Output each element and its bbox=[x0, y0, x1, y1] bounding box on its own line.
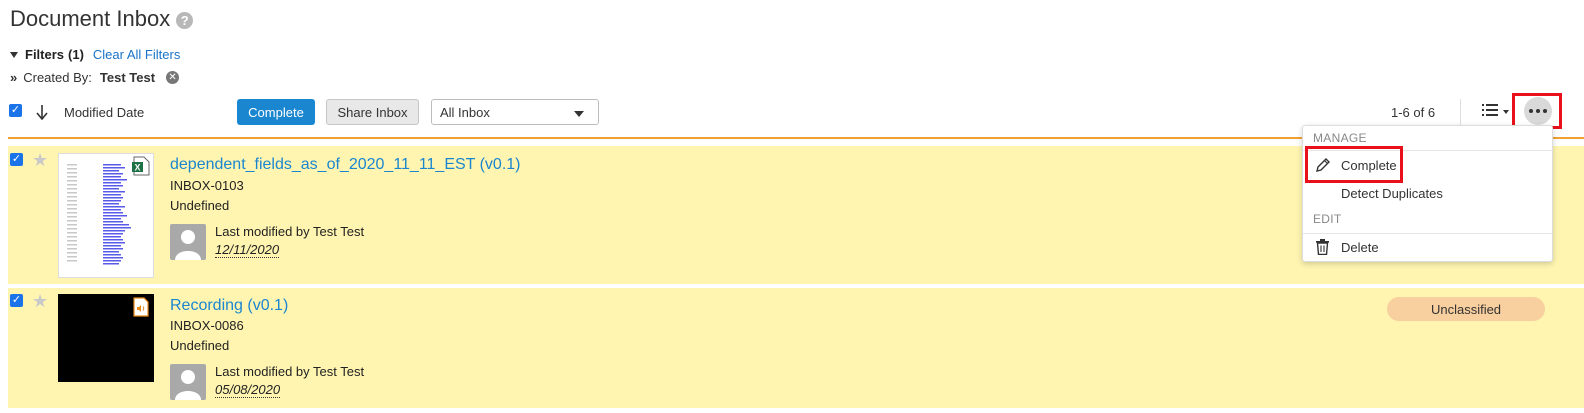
avatar bbox=[170, 364, 206, 400]
trash-icon bbox=[1316, 239, 1329, 255]
filters-toggle[interactable]: Filters bbox=[25, 47, 64, 62]
document-id: INBOX-0086 bbox=[170, 318, 244, 333]
menu-section-manage: MANAGE bbox=[1313, 131, 1367, 145]
caret-down-icon[interactable] bbox=[10, 51, 18, 58]
more-actions-menu: MANAGE Complete Detect Duplicates EDIT D… bbox=[1302, 125, 1553, 262]
avatar bbox=[170, 224, 206, 260]
result-count: 1-6 of 6 bbox=[1391, 105, 1436, 120]
document-thumbnail[interactable]: X bbox=[58, 153, 154, 278]
list-view-icon[interactable] bbox=[1482, 103, 1498, 117]
filters-header: Filters (1) Clear All Filters bbox=[10, 47, 180, 62]
row-checkbox[interactable]: ✓ bbox=[10, 153, 23, 166]
filters-count: (1) bbox=[68, 47, 84, 62]
created-by-value: Test Test bbox=[99, 70, 156, 85]
menu-item-delete[interactable]: Delete bbox=[1341, 240, 1379, 255]
star-icon[interactable]: ★ bbox=[32, 150, 48, 171]
svg-text:X: X bbox=[134, 163, 140, 173]
created-by-label: Created By: bbox=[23, 70, 92, 85]
modified-by-text: Last modified by Test Test bbox=[215, 364, 365, 379]
document-thumbnail[interactable] bbox=[58, 294, 154, 382]
inbox-select[interactable]: All Inbox bbox=[431, 99, 599, 125]
document-id: INBOX-0103 bbox=[170, 178, 244, 193]
menu-item-detect-duplicates[interactable]: Detect Duplicates bbox=[1341, 186, 1443, 201]
chevron-down-icon bbox=[574, 111, 584, 117]
clear-all-filters-link[interactable]: Clear All Filters bbox=[93, 47, 180, 62]
menu-divider bbox=[1303, 233, 1552, 234]
modified-by-text: Last modified by Test Test bbox=[215, 224, 365, 239]
pencil-icon bbox=[1316, 158, 1330, 172]
user-avatar-icon bbox=[175, 370, 201, 400]
page-title: Document Inbox ? bbox=[10, 6, 194, 32]
sort-descending-icon[interactable] bbox=[35, 103, 49, 121]
help-icon[interactable]: ? bbox=[176, 12, 194, 29]
inbox-select-value: All Inbox bbox=[440, 105, 490, 120]
status-badge: Unclassified bbox=[1387, 297, 1545, 321]
user-avatar-icon bbox=[175, 230, 201, 260]
toolbar-divider bbox=[1460, 99, 1461, 125]
menu-section-edit: EDIT bbox=[1313, 212, 1342, 226]
more-actions-button[interactable] bbox=[1524, 97, 1552, 125]
document-title-link[interactable]: dependent_fields_as_of_2020_11_11_EST (v… bbox=[170, 156, 521, 174]
row-checkbox[interactable]: ✓ bbox=[10, 294, 23, 307]
star-icon[interactable]: ★ bbox=[32, 291, 48, 312]
excel-file-icon: X bbox=[132, 156, 150, 176]
modified-date: 12/11/2020 bbox=[215, 242, 280, 258]
menu-item-complete[interactable]: Complete bbox=[1341, 158, 1397, 173]
remove-filter-icon[interactable]: ✕ bbox=[166, 71, 180, 84]
document-type: Undefined bbox=[170, 338, 230, 353]
page-title-text: Document Inbox bbox=[10, 6, 171, 31]
document-row[interactable]: ✓ ★ Recording (v0.1) INBOX-0086 Undefine… bbox=[8, 288, 1584, 408]
complete-button[interactable]: Complete bbox=[237, 99, 315, 125]
more-dot bbox=[1536, 109, 1540, 113]
modified-date: 05/08/2020 bbox=[215, 382, 281, 398]
select-all-checkbox[interactable]: ✓ bbox=[9, 104, 22, 117]
share-inbox-button[interactable]: Share Inbox bbox=[326, 99, 419, 125]
sort-field-label[interactable]: Modified Date bbox=[64, 105, 144, 120]
audio-file-icon bbox=[133, 297, 149, 317]
double-chevron-right-icon: » bbox=[10, 70, 17, 85]
menu-divider bbox=[1303, 150, 1552, 151]
view-caret-icon[interactable] bbox=[1503, 110, 1509, 114]
more-dot bbox=[1529, 109, 1533, 113]
document-title-link[interactable]: Recording (v0.1) bbox=[170, 297, 288, 315]
more-dot bbox=[1543, 109, 1547, 113]
active-filter: » Created By: Test Test ✕ bbox=[10, 70, 180, 85]
document-type: Undefined bbox=[170, 198, 230, 213]
